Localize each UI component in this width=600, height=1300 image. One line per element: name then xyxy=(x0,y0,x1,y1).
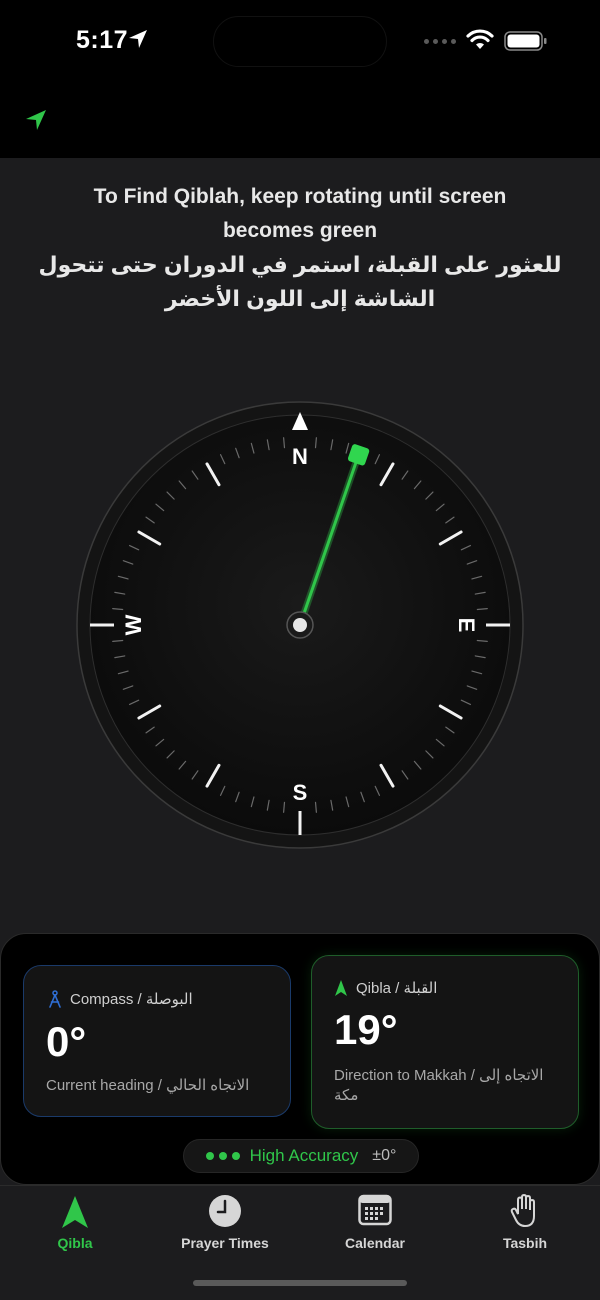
instructions-english: To Find Qiblah, keep rotating until scre… xyxy=(93,185,507,242)
qibla-arrow-icon xyxy=(62,1196,88,1228)
compass-center-dot xyxy=(293,618,307,632)
compass-icon xyxy=(49,990,61,1008)
status-time: 5:17 xyxy=(76,26,129,54)
compass-card: Compass / البوصلة 0° Current heading / ا… xyxy=(23,965,291,1117)
instructions-arabic: للعثور على القبلة، استمر في الدوران حتى … xyxy=(38,252,562,311)
compass: N S E W xyxy=(75,400,525,850)
tab-label: Calendar xyxy=(345,1235,405,1251)
compass-dial: N S E W xyxy=(76,401,524,849)
cardinal-north: N xyxy=(292,444,308,469)
info-panel: Compass / البوصلة 0° Current heading / ا… xyxy=(0,933,600,1185)
tab-label: Qibla xyxy=(57,1235,93,1251)
tab-label: Prayer Times xyxy=(181,1235,269,1251)
cellular-signal-icon xyxy=(424,39,456,44)
instructions: To Find Qiblah, keep rotating until scre… xyxy=(0,180,600,316)
navigation-bar xyxy=(0,86,600,158)
qibla-card-title: Qibla / القبلة xyxy=(356,980,438,997)
cardinal-west: W xyxy=(121,614,146,635)
accuracy-value: ±0° xyxy=(372,1147,397,1164)
dynamic-island xyxy=(213,16,387,67)
clock-icon xyxy=(209,1195,241,1227)
location-icon[interactable] xyxy=(24,108,48,132)
cardinal-south: S xyxy=(293,780,308,805)
compass-heading-value: 0° xyxy=(46,1018,87,1065)
accuracy-label: High Accuracy xyxy=(249,1146,359,1165)
qibla-card: Qibla / القبلة 19° Direction to Makkah /… xyxy=(311,955,579,1129)
status-bar: 5:17 xyxy=(0,0,600,86)
qibla-card-header: Qibla / القبلة xyxy=(334,979,437,997)
accuracy-dots xyxy=(205,1152,240,1160)
hand-icon xyxy=(510,1194,535,1228)
qibla-card-subtitle: Direction to Makkah / الاتجاه إلى مكة xyxy=(334,1067,544,1104)
tab-label: Tasbih xyxy=(502,1235,548,1251)
compass-card-header: Compass / البوصلة xyxy=(48,990,193,1008)
wifi-icon xyxy=(466,29,494,49)
cardinal-east: E xyxy=(454,618,479,633)
calendar-icon xyxy=(358,1194,392,1226)
qibla-direction-value: 19° xyxy=(334,1006,398,1053)
battery-icon xyxy=(504,31,547,51)
compass-card-title: Compass / البوصلة xyxy=(70,991,193,1008)
qibla-arrow-icon xyxy=(335,980,347,996)
accuracy-badge: High Accuracy ±0° xyxy=(183,1139,419,1173)
home-indicator xyxy=(193,1280,407,1286)
location-arrow-icon xyxy=(129,30,147,48)
compass-card-subtitle: Current heading / الاتجاه الحالي xyxy=(46,1077,250,1094)
